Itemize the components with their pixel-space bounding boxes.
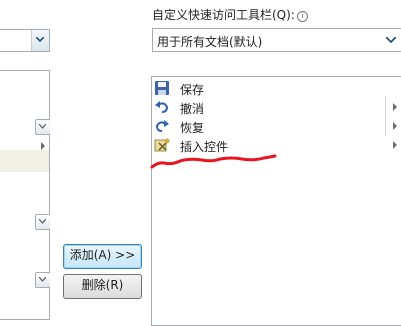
undo-icon — [155, 101, 169, 113]
save-icon — [155, 81, 169, 95]
command-source-dropdown[interactable] — [0, 29, 50, 52]
submenu-arrow-icon — [393, 122, 397, 130]
info-icon[interactable]: i — [296, 11, 308, 22]
scroll-down-button[interactable] — [35, 272, 51, 288]
list-item-undo[interactable]: 撤消 — [152, 98, 401, 116]
list-item-label: 恢复 — [180, 121, 205, 135]
list-item-save[interactable]: 保存 — [152, 79, 401, 97]
red-underline-annotation — [150, 154, 277, 169]
list-separator — [385, 96, 386, 136]
quick-access-label: 自定义快速访问工具栏(Q): i — [152, 6, 308, 23]
list-item-label: 撤消 — [180, 102, 205, 116]
submenu-arrow-icon — [393, 141, 397, 149]
submenu-arrow-icon — [393, 103, 397, 111]
document-scope-value: 用于所有文档(默认) — [157, 35, 263, 49]
scroll-down-button[interactable] — [35, 119, 51, 135]
add-button[interactable]: 添加(A) >> — [63, 244, 142, 269]
list-item-redo[interactable]: 恢复 — [152, 117, 401, 135]
quick-access-commands-list[interactable]: 保存 撤消 恢复 插入控件 — [151, 76, 401, 326]
quick-access-label-text: 自定义快速访问工具栏(Q): — [152, 8, 295, 22]
chevron-down-icon[interactable] — [383, 29, 400, 51]
list-item-label: 保存 — [180, 83, 205, 97]
submenu-arrow-icon — [41, 142, 45, 150]
chevron-down-icon[interactable] — [31, 30, 49, 51]
document-scope-dropdown[interactable]: 用于所有文档(默认) — [152, 28, 401, 52]
redo-icon — [155, 120, 169, 132]
selected-command-row[interactable] — [0, 150, 49, 172]
scroll-down-button[interactable] — [35, 214, 51, 230]
remove-button[interactable]: 删除(R) — [63, 274, 142, 299]
